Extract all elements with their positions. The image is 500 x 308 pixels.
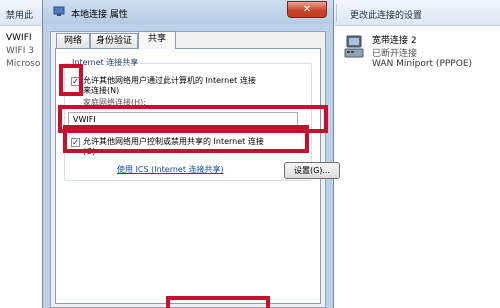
highlight-allow-control-option bbox=[63, 125, 309, 153]
broadband-connection-device: WAN Miniport (PPPOE) bbox=[372, 59, 473, 69]
tab-network[interactable]: 网络 bbox=[56, 33, 90, 48]
vwifi-connection-device: Microso bbox=[6, 59, 41, 69]
dialog-title: 本地连接 属性 bbox=[71, 10, 128, 20]
network-adapter-icon[interactable] bbox=[344, 34, 366, 60]
connection-properties-dialog: 本地连接 属性 ✕ 网络 身份验证 共享 Internet 连接共享 ✓ 允许其… bbox=[42, 0, 340, 308]
settings-button[interactable]: 设置(G)... bbox=[284, 162, 340, 179]
broadband-connection-status: 已断开连接 bbox=[372, 49, 418, 59]
vwifi-connection-subtitle: WIFI 3 bbox=[6, 46, 34, 56]
tab-authentication[interactable]: 身份验证 bbox=[90, 33, 138, 48]
allow-sharing-label-cont: 来连接(N) bbox=[83, 86, 120, 95]
ics-help-link[interactable]: 使用 ICS (Internet 连接共享) bbox=[117, 164, 224, 175]
vwifi-connection-name[interactable]: VWIFI bbox=[6, 33, 32, 43]
highlight-ok-button bbox=[166, 296, 270, 308]
toolbar-divider bbox=[336, 4, 337, 22]
highlight-allow-sharing-checkbox bbox=[59, 64, 83, 96]
close-button[interactable]: ✕ bbox=[287, 1, 327, 18]
tab-sharing[interactable]: 共享 bbox=[138, 31, 176, 49]
allow-sharing-label: 允许其他网络用户通过此计算机的 Internet 连接 bbox=[83, 76, 256, 85]
dialog-titlebar[interactable]: 本地连接 属性 ✕ bbox=[43, 0, 333, 24]
change-settings-button[interactable]: 更改此连接的设置 bbox=[350, 8, 422, 21]
disable-device-button[interactable]: 禁用此 bbox=[6, 8, 33, 21]
broadband-connection-name[interactable]: 宽带连接 2 bbox=[372, 33, 417, 46]
network-icon bbox=[53, 6, 65, 16]
